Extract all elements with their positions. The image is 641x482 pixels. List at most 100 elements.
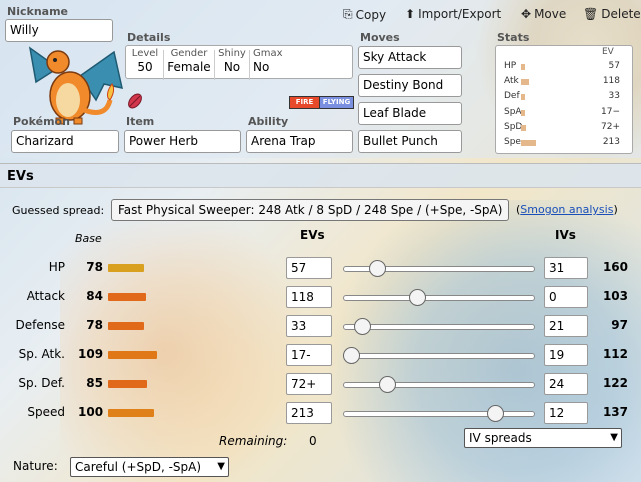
stat-summary-row: Spe 213 — [504, 137, 630, 150]
ev-slider-thumb[interactable] — [409, 289, 426, 306]
stat-total: 137 — [602, 405, 628, 419]
item-input[interactable]: Power Herb — [124, 130, 241, 153]
stat-total: 103 — [602, 289, 628, 303]
ev-input[interactable]: 57 — [286, 257, 332, 279]
gmax-value: No — [253, 60, 270, 74]
stat-name: Attack — [26, 289, 65, 303]
stat-name: Sp. Def. — [18, 376, 65, 390]
ev-input[interactable]: 213 — [286, 402, 332, 424]
move-button[interactable]: ✥ Move — [521, 7, 566, 21]
ev-slider-track[interactable] — [343, 382, 535, 388]
copy-button[interactable]: ⎘ Copy — [343, 7, 386, 22]
ev-slider-thumb[interactable] — [487, 405, 504, 422]
guessed-spread-label: Guessed spread: — [12, 204, 105, 217]
type-badge-fire: FIRE — [289, 96, 320, 109]
stat-summary-bar — [521, 140, 536, 146]
stat-name: Defense — [15, 318, 65, 332]
ability-input[interactable]: Arena Trap — [246, 130, 353, 153]
ev-slider-thumb[interactable] — [379, 376, 396, 393]
ev-input[interactable]: 17- — [286, 344, 332, 366]
stat-name: Sp. Atk. — [18, 347, 65, 361]
move-2-input[interactable]: Destiny Bond — [358, 74, 462, 97]
base-stat-bar — [108, 293, 146, 301]
ev-slider-thumb[interactable] — [369, 260, 386, 277]
stat-summary-bar — [521, 109, 525, 116]
stat-total: 97 — [611, 318, 628, 332]
gender-header: Gender — [170, 48, 208, 59]
stat-summary-name: Spe — [504, 137, 521, 147]
stats-label: Stats — [497, 31, 530, 44]
details-card[interactable]: Level 50 Gender Female Shiny No Gmax No — [125, 45, 353, 80]
trash-icon: 🗑 — [583, 7, 599, 21]
move-icon: ✥ — [521, 7, 532, 21]
stat-summary-bar — [521, 94, 525, 101]
gmax-header: Gmax — [253, 48, 283, 59]
ev-slider-thumb[interactable] — [354, 318, 371, 335]
type-badge-flying: FLYING — [319, 96, 354, 109]
shiny-value: No — [223, 60, 241, 74]
delete-label: Delete — [601, 7, 641, 21]
pokemon-input[interactable]: Charizard — [11, 130, 119, 153]
move-3-input[interactable]: Leaf Blade — [358, 102, 462, 125]
stat-summary-name: SpA — [504, 106, 522, 117]
stat-summary-name: Atk — [504, 76, 519, 87]
stat-summary-name: Def — [504, 91, 520, 102]
iv-input[interactable]: 21 — [544, 315, 588, 337]
ev-slider-track[interactable] — [343, 295, 535, 301]
chevron-down-icon: ▼ — [610, 432, 618, 443]
copy-icon: ⎘ — [343, 7, 353, 21]
level-header: Level — [131, 48, 159, 59]
smogon-analysis: (Smogon analysis) — [516, 203, 618, 216]
ev-slider-thumb[interactable] — [343, 347, 360, 364]
stat-summary-ev: 72+ — [601, 121, 620, 132]
import-export-button[interactable]: ⬆ Import/Export — [405, 7, 501, 21]
iv-input[interactable]: 0 — [544, 286, 588, 308]
shiny-cell: Shiny No — [216, 46, 248, 74]
delete-button[interactable]: 🗑 Delete — [583, 7, 641, 21]
stat-name: Speed — [27, 405, 65, 419]
item-label: Item — [126, 115, 155, 128]
smogon-analysis-link[interactable]: Smogon analysis — [520, 203, 613, 216]
stat-summary-row: SpA 17− — [504, 107, 630, 120]
ev-input[interactable]: 118 — [286, 286, 332, 308]
iv-spreads-value: IV spreads — [469, 431, 532, 445]
gender-value: Female — [167, 60, 211, 74]
ev-input[interactable]: 33 — [286, 315, 332, 337]
stat-summary-ev: 33 — [608, 91, 620, 102]
guessed-spread-button[interactable]: Fast Physical Sweeper: 248 Atk / 8 SpD /… — [111, 199, 510, 221]
level-cell: Level 50 — [129, 46, 161, 74]
base-column-header: Base — [75, 232, 102, 245]
pokemon-label: Pokémon — [13, 115, 70, 128]
iv-input[interactable]: 24 — [544, 373, 588, 395]
remaining-label: Remaining: — [219, 434, 288, 448]
gmax-cell: Gmax No — [253, 46, 283, 74]
ivs-column-header: IVs — [555, 228, 576, 242]
stat-base: 84 — [86, 289, 103, 303]
ev-input[interactable]: 72+ — [286, 373, 332, 395]
copy-label: Copy — [355, 7, 387, 22]
stat-base: 78 — [86, 318, 103, 332]
iv-input[interactable]: 19 — [544, 344, 588, 366]
upload-icon: ⬆ — [405, 7, 416, 21]
base-stat-bar — [108, 322, 144, 330]
move-4-input[interactable]: Bullet Punch — [358, 130, 462, 153]
iv-spreads-select[interactable]: IV spreads ▼ — [464, 428, 622, 448]
stat-row: Sp. Atk. 109 17- 19 112 — [0, 344, 641, 366]
stat-summary-name: HP — [504, 61, 517, 71]
move-1-input[interactable]: Sky Attack — [358, 46, 462, 69]
stat-row: HP 78 57 31 160 — [0, 257, 641, 279]
nature-select[interactable]: Careful (+SpD, -SpA) ▼ — [70, 457, 229, 477]
stat-summary-bar — [521, 124, 526, 131]
nature-value: Careful (+SpD, -SpA) — [75, 460, 202, 474]
iv-input[interactable]: 31 — [544, 257, 588, 279]
ev-slider-track[interactable] — [343, 411, 535, 417]
ev-slider-track[interactable] — [343, 324, 535, 330]
stat-summary-row: SpD 72+ — [504, 122, 630, 135]
ev-slider-track[interactable] — [343, 353, 535, 359]
nature-label: Nature: — [13, 459, 58, 473]
set-header-panel: Nickname Willy ⎘ Copy ⬆ Import/Export ✥ Mov… — [0, 0, 641, 158]
base-stat-bar — [108, 264, 144, 272]
iv-input[interactable]: 12 — [544, 402, 588, 424]
import-export-label: Import/Export — [418, 7, 502, 21]
stat-row: Sp. Def. 85 72+ 24 122 — [0, 373, 641, 395]
